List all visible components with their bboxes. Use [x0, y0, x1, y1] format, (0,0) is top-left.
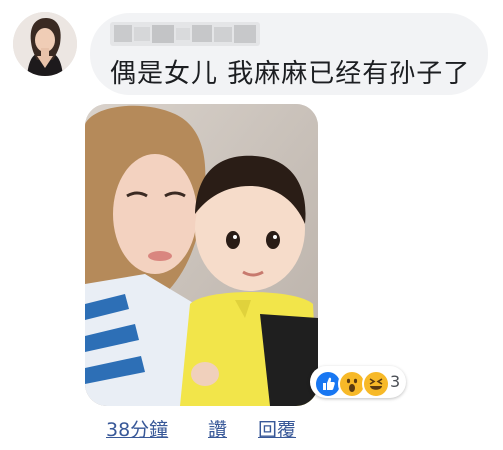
like-link[interactable]: 讚 [208, 415, 227, 442]
commenter-name-redacted[interactable] [110, 22, 260, 46]
haha-icon [362, 370, 390, 398]
comment-text: 偶是女儿 我麻麻已经有孙子了 [110, 59, 471, 89]
selfie-image [85, 104, 318, 406]
reaction-count: 3 [390, 372, 401, 391]
commenter-avatar[interactable] [13, 12, 77, 76]
comment-photo[interactable] [85, 104, 318, 406]
comment-bubble: 偶是女儿 我麻麻已经有孙子了 [90, 13, 488, 95]
reply-link[interactable]: 回覆 [258, 415, 296, 442]
reaction-summary[interactable]: 3 [310, 366, 406, 398]
avatar-photo [13, 12, 77, 76]
timestamp-link[interactable]: 38分鐘 [106, 415, 168, 442]
